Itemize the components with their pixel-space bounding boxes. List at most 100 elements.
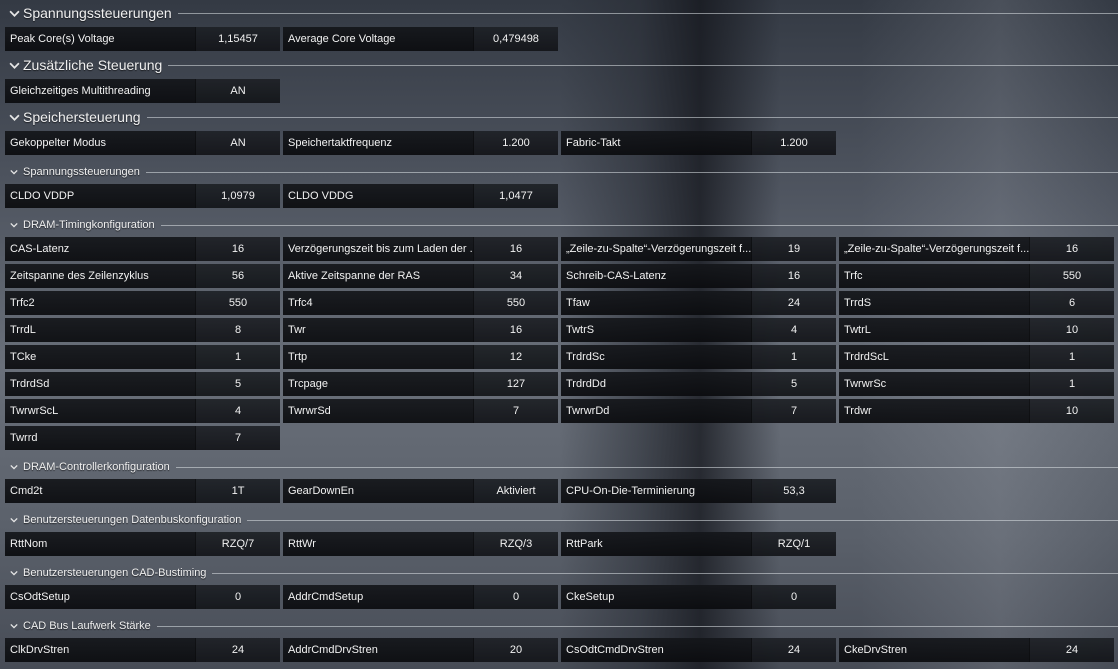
- setting-value: 1: [1029, 372, 1114, 396]
- setting-row: TrdrdSd 5 Trcpage 127 TrdrdDd 5 TwrwrSc 1: [5, 372, 1114, 396]
- setting-row: CsOdtSetup 0 AddrCmdSetup 0 CkeSetup 0: [5, 585, 836, 609]
- setting-trtp: Trtp 12: [283, 345, 558, 369]
- setting-value: 7: [195, 426, 280, 450]
- setting-value: 4: [195, 399, 280, 423]
- setting-value: AN: [195, 131, 280, 155]
- setting-label: TrrdS: [839, 291, 1029, 315]
- chevron-down-icon[interactable]: [5, 463, 23, 471]
- setting-row: Trfc2 550 Trfc4 550 Tfaw 24 TrrdS 6: [5, 291, 1114, 315]
- setting-verz-gerungszeit-bis-zum-laden-der: Verzögerungszeit bis zum Laden der ... 16: [283, 237, 558, 261]
- setting-value: 5: [195, 372, 280, 396]
- section-header-cad-bus-laufwerk-st-rke[interactable]: CAD Bus Laufwerk Stärke: [0, 619, 1118, 633]
- setting-value: 24: [751, 291, 836, 315]
- setting-label: CkeSetup: [561, 585, 751, 609]
- setting-label: AddrCmdDrvStren: [283, 638, 473, 662]
- setting-value: 1: [751, 345, 836, 369]
- section-header-dram-timingkonfiguration[interactable]: DRAM-Timingkonfiguration: [0, 218, 1118, 232]
- chevron-down-icon[interactable]: [5, 8, 23, 19]
- setting-aktive-zeitspanne-der-ras: Aktive Zeitspanne der RAS 34: [283, 264, 558, 288]
- setting-label: Gleichzeitiges Multithreading: [5, 79, 195, 103]
- setting-label: RttWr: [283, 532, 473, 556]
- section-header-zus-tzliche-steuerung[interactable]: Zusätzliche Steuerung: [0, 56, 1118, 74]
- section-divider: [177, 12, 1118, 14]
- setting-label: Twrrd: [5, 426, 195, 450]
- setting-value: 0: [751, 585, 836, 609]
- section-title: DRAM-Controllerkonfiguration: [23, 461, 170, 473]
- setting-value: 1: [1029, 345, 1114, 369]
- setting-label: CLDO VDDG: [283, 184, 473, 208]
- setting-twrwrscl: TwrwrScL 4: [5, 399, 280, 423]
- setting-rttwr: RttWr RZQ/3: [283, 532, 558, 556]
- setting-value: 16: [473, 318, 558, 342]
- setting-label: Verzögerungszeit bis zum Laden der ...: [283, 237, 473, 261]
- setting-csodtsetup: CsOdtSetup 0: [5, 585, 280, 609]
- setting-label: Speichertaktfrequenz: [283, 131, 473, 155]
- section-header-benutzersteuerungen-datenbuskonfiguration[interactable]: Benutzersteuerungen Datenbuskonfiguratio…: [0, 513, 1118, 527]
- section-divider: [168, 64, 1118, 66]
- setting-cpu-on-die-terminierung: CPU-On-Die-Terminierung 53,3: [561, 479, 836, 503]
- setting-value: 19: [751, 237, 836, 261]
- setting-label: TCke: [5, 345, 195, 369]
- chevron-down-icon[interactable]: [5, 60, 23, 71]
- setting-value: 16: [195, 237, 280, 261]
- setting-row: Zeitspanne des Zeilenzyklus 56 Aktive Zeit…: [5, 264, 1114, 288]
- setting-value: 56: [195, 264, 280, 288]
- setting-row: Gleichzeitiges Multithreading AN: [5, 79, 280, 103]
- setting-value: 550: [1029, 264, 1114, 288]
- section-divider: [156, 625, 1118, 627]
- setting-fabric-takt: Fabric-Takt 1.200: [561, 131, 836, 155]
- setting-trdwr: Trdwr 10: [839, 399, 1114, 423]
- setting-row: Twrrd 7: [5, 426, 280, 450]
- setting-label: Trfc: [839, 264, 1029, 288]
- setting-addrcmdsetup: AddrCmdSetup 0: [283, 585, 558, 609]
- setting-row: Gekoppelter Modus AN Speichertaktfrequenz 1…: [5, 131, 836, 155]
- setting-value: 7: [473, 399, 558, 423]
- setting-label: Trdwr: [839, 399, 1029, 423]
- setting-value: 1: [195, 345, 280, 369]
- setting-value: 1,0477: [473, 184, 558, 208]
- setting-label: RttPark: [561, 532, 751, 556]
- setting-label: Trtp: [283, 345, 473, 369]
- setting-value: RZQ/7: [195, 532, 280, 556]
- setting-label: CkeDrvStren: [839, 638, 1029, 662]
- chevron-down-icon[interactable]: [5, 168, 23, 176]
- setting-value: RZQ/3: [473, 532, 558, 556]
- setting-trfc4: Trfc4 550: [283, 291, 558, 315]
- setting-label: Fabric-Takt: [561, 131, 751, 155]
- setting-trdrdscl: TrdrdScL 1: [839, 345, 1114, 369]
- setting-cas-latenz: CAS-Latenz 16: [5, 237, 280, 261]
- setting-value: 550: [195, 291, 280, 315]
- setting-trdrddd: TrdrdDd 5: [561, 372, 836, 396]
- section-divider: [212, 572, 1118, 574]
- setting-label: „Zeile-zu-Spalte“-Verzögerungszeit f...: [561, 237, 751, 261]
- setting-label: ClkDrvStren: [5, 638, 195, 662]
- setting-label: TrdrdDd: [561, 372, 751, 396]
- chevron-down-icon[interactable]: [5, 569, 23, 577]
- chevron-down-icon[interactable]: [5, 516, 23, 524]
- setting-cldo-vddp: CLDO VDDP 1,0979: [5, 184, 280, 208]
- setting-row: CLDO VDDP 1,0979 CLDO VDDG 1,0477: [5, 184, 558, 208]
- chevron-down-icon[interactable]: [5, 112, 23, 123]
- setting-zeile-zu-spalte-verz-gerungszeit-f: „Zeile-zu-Spalte“-Verzögerungszeit f... 1…: [561, 237, 836, 261]
- chevron-down-icon[interactable]: [5, 622, 23, 630]
- section-header-spannungssteuerungen[interactable]: Spannungssteuerungen: [0, 165, 1118, 179]
- setting-value: 4: [751, 318, 836, 342]
- setting-value: 16: [751, 264, 836, 288]
- chevron-down-icon[interactable]: [5, 221, 23, 229]
- section-header-spannungssteuerungen[interactable]: Spannungssteuerungen: [0, 4, 1118, 22]
- section-header-dram-controllerkonfiguration[interactable]: DRAM-Controllerkonfiguration: [0, 460, 1118, 474]
- setting-label: CsOdtCmdDrvStren: [561, 638, 751, 662]
- setting-twrwrsc: TwrwrSc 1: [839, 372, 1114, 396]
- section-header-benutzersteuerungen-cad-bustiming[interactable]: Benutzersteuerungen CAD-Bustiming: [0, 566, 1118, 580]
- section-header-speichersteuerung[interactable]: Speichersteuerung: [0, 108, 1118, 126]
- setting-label: Schreib-CAS-Latenz: [561, 264, 751, 288]
- section-title: Speichersteuerung: [23, 109, 141, 125]
- setting-row: TrrdL 8 Twr 16 TwtrS 4 TwtrL 10: [5, 318, 1114, 342]
- setting-label: TwtrS: [561, 318, 751, 342]
- setting-peak-core-s-voltage: Peak Core(s) Voltage 1,15457: [5, 27, 280, 51]
- setting-label: Tfaw: [561, 291, 751, 315]
- section-divider: [146, 116, 1118, 118]
- setting-label: CLDO VDDP: [5, 184, 195, 208]
- setting-trcpage: Trcpage 127: [283, 372, 558, 396]
- setting-label: Trcpage: [283, 372, 473, 396]
